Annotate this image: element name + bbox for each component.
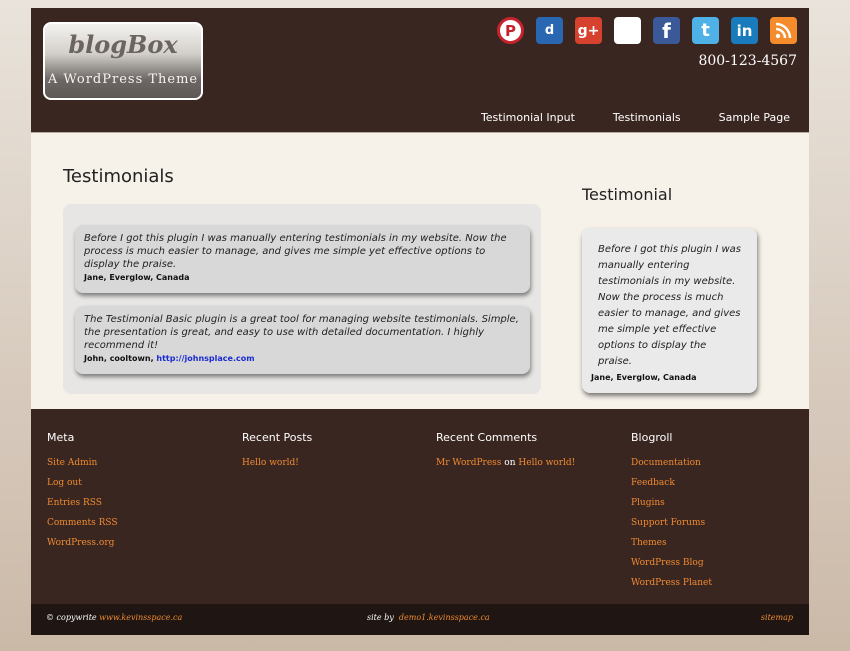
meta-link-site-admin[interactable]: Site Admin xyxy=(47,453,227,473)
meta-link-wordpress-org[interactable]: WordPress.org xyxy=(47,533,227,553)
testimonial-author-name: John, cooltown, xyxy=(84,354,157,363)
bottom-bar: © copywrite www.kevinsspace.ca site by d… xyxy=(31,604,809,635)
comment-on-text: on xyxy=(504,458,516,468)
copyright-link[interactable]: www.kevinsspace.ca xyxy=(99,613,182,622)
rss-icon[interactable] xyxy=(770,17,797,44)
phone-number: 800-123-4567 xyxy=(698,53,797,69)
testimonial-author: John, cooltown, http://johnsplace.com xyxy=(84,354,521,363)
blogroll-link-wordpress-planet[interactable]: WordPress Planet xyxy=(631,573,801,593)
blogroll-link-feedback[interactable]: Feedback xyxy=(631,473,801,493)
site-logo[interactable]: blogBox A WordPress Theme xyxy=(43,22,203,100)
copyright: © copywrite www.kevinsspace.ca xyxy=(46,613,182,622)
meta-link-entries-rss[interactable]: Entries RSS xyxy=(47,493,227,513)
social-icons: P d g+ f t in xyxy=(497,17,797,44)
facebook-icon[interactable]: f xyxy=(653,17,680,44)
header: blogBox A WordPress Theme P d g+ f t in … xyxy=(31,8,809,132)
testimonial-author: Jane, Everglow, Canada xyxy=(84,273,190,282)
testimonial-card: The Testimonial Basic plugin is a great … xyxy=(75,306,530,374)
sitemap-link[interactable]: sitemap xyxy=(761,613,793,622)
footer: Meta Site Admin Log out Entries RSS Comm… xyxy=(31,409,809,604)
sidebar-testimonial-card: Before I got this plugin I was manually … xyxy=(582,228,757,393)
footer-recent-posts: Recent Posts Hello world! xyxy=(242,431,422,473)
blogroll-link-support-forums[interactable]: Support Forums xyxy=(631,513,801,533)
page-wrapper: blogBox A WordPress Theme P d g+ f t in … xyxy=(31,8,809,635)
page-title: Testimonials xyxy=(63,166,174,187)
site-by-text: site by xyxy=(367,613,394,622)
delicious-icon[interactable]: d xyxy=(536,17,563,44)
sidebar-testimonial-author: Jane, Everglow, Canada xyxy=(591,373,697,382)
blogroll-link-themes[interactable]: Themes xyxy=(631,533,801,553)
main-nav: Testimonial Input Testimonials Sample Pa… xyxy=(462,111,809,124)
recent-post-link[interactable]: Hello world! xyxy=(242,453,422,473)
testimonial-text: The Testimonial Basic plugin is a great … xyxy=(84,314,519,351)
blogroll-link-plugins[interactable]: Plugins xyxy=(631,493,801,513)
copyright-text: © copywrite xyxy=(46,613,97,622)
logo-title: blogBox xyxy=(68,30,178,59)
testimonial-card: Before I got this plugin I was manually … xyxy=(75,225,530,293)
footer-meta-title: Meta xyxy=(47,431,75,444)
sidebar-testimonial-text: Before I got this plugin I was manually … xyxy=(598,244,741,367)
google-plus-icon[interactable]: g+ xyxy=(575,17,602,44)
site-by-link[interactable]: demo1.kevinsspace.ca xyxy=(399,613,490,622)
comment-post-link[interactable]: Hello world! xyxy=(518,458,575,468)
linkedin-icon[interactable]: in xyxy=(731,17,758,44)
pinterest-icon[interactable]: P xyxy=(497,17,524,44)
recent-comment: Mr WordPress on Hello world! xyxy=(436,453,616,473)
footer-recent-posts-title: Recent Posts xyxy=(242,431,313,444)
meta-link-comments-rss[interactable]: Comments RSS xyxy=(47,513,227,533)
main-content: Testimonials Before I got this plugin I … xyxy=(31,132,809,410)
footer-meta: Meta Site Admin Log out Entries RSS Comm… xyxy=(47,431,227,553)
nav-testimonials[interactable]: Testimonials xyxy=(594,111,700,124)
blogroll-link-documentation[interactable]: Documentation xyxy=(631,453,801,473)
footer-blogroll-title: Blogroll xyxy=(631,431,673,444)
meta-link-log-out[interactable]: Log out xyxy=(47,473,227,493)
delicious-blocks-icon[interactable] xyxy=(614,17,641,44)
twitter-icon[interactable]: t xyxy=(692,17,719,44)
testimonials-list: Before I got this plugin I was manually … xyxy=(63,204,541,394)
site-by: site by demo1.kevinsspace.ca xyxy=(367,613,490,622)
nav-sample-page[interactable]: Sample Page xyxy=(700,111,809,124)
footer-recent-comments-title: Recent Comments xyxy=(436,431,538,444)
logo-subtitle: A WordPress Theme xyxy=(47,72,199,87)
sidebar-widget-title: Testimonial xyxy=(582,185,673,204)
footer-recent-comments: Recent Comments Mr WordPress on Hello wo… xyxy=(436,431,616,473)
testimonial-text: Before I got this plugin I was manually … xyxy=(84,233,507,270)
comment-author-link[interactable]: Mr WordPress xyxy=(436,458,501,468)
testimonial-author-link[interactable]: http://johnsplace.com xyxy=(156,354,254,363)
blogroll-link-wordpress-blog[interactable]: WordPress Blog xyxy=(631,553,801,573)
footer-blogroll: Blogroll Documentation Feedback Plugins … xyxy=(631,431,801,593)
nav-testimonial-input[interactable]: Testimonial Input xyxy=(462,111,594,124)
